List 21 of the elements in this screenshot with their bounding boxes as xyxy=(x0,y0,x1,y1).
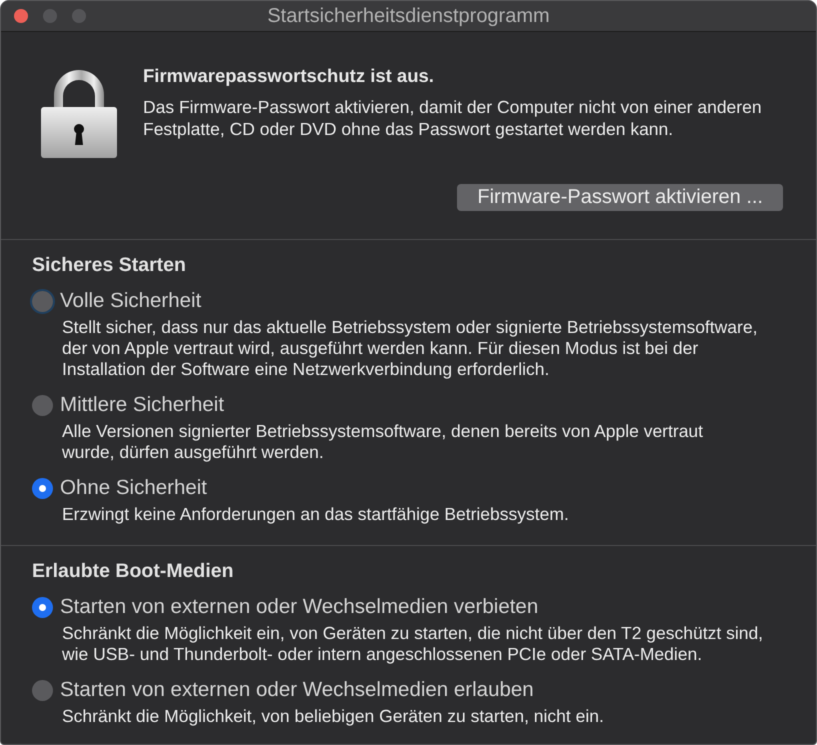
window-title: Startsicherheitsdienstprogramm xyxy=(267,4,550,28)
radio-button[interactable] xyxy=(32,394,53,416)
radio-button[interactable] xyxy=(32,596,53,618)
radio-button[interactable] xyxy=(32,680,53,700)
radio-button[interactable] xyxy=(32,478,53,498)
status-heading: Firmwarepasswortschutz ist aus. xyxy=(143,65,435,87)
option-label[interactable]: Starten von externen oder Wechselmedien erlauben xyxy=(60,678,534,702)
enable-password-button[interactable]: Firmware-Passwort aktivieren ... xyxy=(457,184,783,211)
option-description: Alle Versionen signierter Betriebssystemsoftware, denen bereits von Apple vertraut wurde, dürfen ausgeführt werden. xyxy=(62,421,704,463)
status-description: Das Firmware-Passwort aktivieren, damit der Computer nicht von einer anderen Festplatte, CD oder DVD ohne das Passwort gestartet werden kann. xyxy=(143,96,763,140)
option-label[interactable]: Mittlere Sicherheit xyxy=(60,393,224,417)
option-label[interactable]: Ohne Sicherheit xyxy=(60,476,208,500)
close-button[interactable] xyxy=(14,9,28,23)
option-label[interactable]: Volle Sicherheit xyxy=(60,289,202,313)
option-description: Erzwingt keine Anforderungen an das startfähige Betriebssystem. xyxy=(62,504,570,525)
section-heading: Erlaubte Boot-Medien xyxy=(32,560,235,582)
option-description: Schränkt die Möglichkeit, von beliebigen Geräten zu starten, nicht ein. xyxy=(62,706,605,727)
option-description: Stellt sicher, dass nur das aktuelle Betriebssystem oder signierte Betriebssystemsoftware, der von Apple vertraut wird, ausgeführt werden kann. Für diesen Modus ist bei der Installation der Software eine Netzwerkverbindung erforderlich. xyxy=(62,317,758,380)
section-heading: Sicheres Starten xyxy=(32,254,187,276)
option-description: Schränkt die Möglichkeit ein, von Geräten zu starten, die nicht über den T2 geschützt sind, wie USB- und Thunderbolt- oder intern angeschlossenen PCIe oder SATA-Medien. xyxy=(62,623,764,665)
option-label[interactable]: Starten von externen oder Wechselmedien verbieten xyxy=(60,595,538,619)
